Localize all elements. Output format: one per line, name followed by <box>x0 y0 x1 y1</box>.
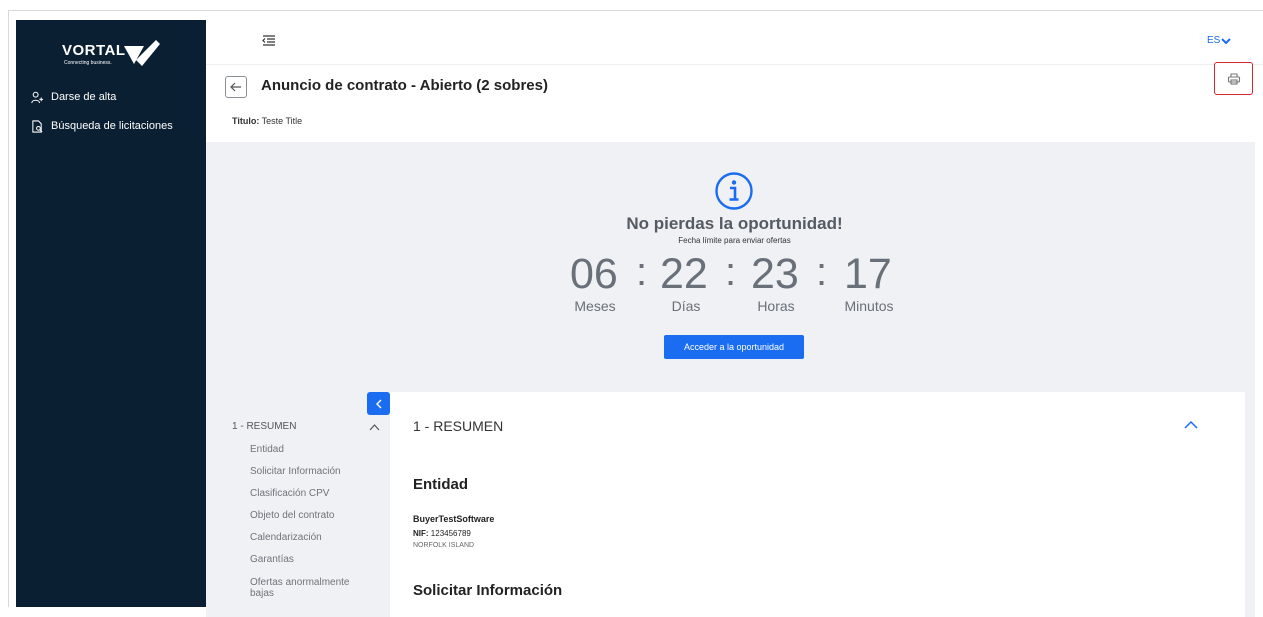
toc-item[interactable]: Entidad <box>250 444 370 455</box>
language-label: ES <box>1207 35 1221 46</box>
countdown-label-minutes: Minutos <box>844 298 894 314</box>
divider <box>206 64 1263 65</box>
user-add-icon <box>30 90 44 104</box>
sidebar-item-label: Darse de alta <box>51 91 117 103</box>
countdown-separator: : <box>725 250 737 294</box>
logo-wordmark: VORTAL <box>62 42 126 59</box>
countdown-label-hours: Horas <box>757 298 795 314</box>
tender-title-line: Titulo: Teste Title <box>232 116 302 126</box>
info-icon <box>715 172 753 210</box>
toc-collapse-button[interactable] <box>367 392 390 415</box>
document-search-icon <box>30 119 44 133</box>
logo-mark-icon <box>124 40 160 66</box>
nif-label: NIF: <box>413 529 429 538</box>
countdown-hours: 23 <box>751 250 799 298</box>
toc-section-resumen[interactable]: 1 - RESUMEN <box>232 421 296 432</box>
back-button[interactable] <box>225 76 247 98</box>
page-title: Anuncio de contrato - Abierto (2 sobres) <box>261 77 548 94</box>
sidebar-item-busqueda-de-licitaciones[interactable]: Búsqueda de licitaciones <box>30 117 173 135</box>
countdown-label-months: Meses <box>574 298 616 314</box>
countdown: 06 : 22 : 23 : 17 <box>568 250 908 300</box>
hero-subtitle: Fecha límite para enviar ofertas <box>678 236 791 245</box>
logo-tagline: Connecting business. <box>64 60 112 66</box>
entity-name: BuyerTestSoftware <box>413 514 495 524</box>
vortal-logo[interactable]: VORTAL Connecting business. <box>60 38 170 70</box>
countdown-months: 06 <box>570 250 618 298</box>
content-card: 1 - RESUMEN Entidad BuyerTestSoftware NI… <box>390 392 1245 617</box>
subtitle-value: Teste Title <box>261 116 303 126</box>
countdown-label-days: Días <box>671 298 701 314</box>
chevron-left-icon <box>375 399 381 408</box>
toc-item[interactable]: Objeto del contrato <box>250 510 370 521</box>
toc-item[interactable]: Clasificación CPV <box>250 488 370 499</box>
toc-item[interactable]: Solicitar Información <box>250 466 370 477</box>
solicitar-informacion-heading: Solicitar Información <box>413 582 563 599</box>
language-selector[interactable]: ES <box>1207 35 1232 46</box>
access-opportunity-button[interactable]: Acceder a la oportunidad <box>664 335 804 359</box>
printer-icon <box>1227 72 1240 85</box>
chevron-up-icon[interactable] <box>1184 420 1198 429</box>
hero-title: No pierdas la oportunidad! <box>626 214 843 233</box>
arrow-left-icon <box>230 82 241 92</box>
menu-collapse-icon[interactable] <box>262 34 276 48</box>
toc-item[interactable]: Calendarización <box>250 532 370 543</box>
entity-nif: NIF: 123456789 <box>413 529 471 538</box>
subtitle-label: Titulo: <box>232 116 260 126</box>
toc-item[interactable]: Garantías <box>250 554 370 565</box>
print-button[interactable] <box>1214 62 1253 95</box>
nif-value: 123456789 <box>430 529 471 538</box>
countdown-separator: : <box>636 250 648 294</box>
countdown-days: 22 <box>660 250 708 298</box>
sidebar-item-label: Búsqueda de licitaciones <box>51 120 173 132</box>
chevron-up-icon[interactable] <box>369 423 380 431</box>
toc-item[interactable]: Ofertas anormalmente bajas <box>250 577 370 599</box>
entidad-heading: Entidad <box>413 476 468 493</box>
countdown-minutes: 17 <box>844 250 892 298</box>
sidebar-item-darse-de-alta[interactable]: Darse de alta <box>30 88 116 106</box>
chevron-down-icon <box>1221 37 1232 44</box>
section-heading: 1 - RESUMEN <box>413 418 504 434</box>
sidebar: VORTAL Connecting business. Darse de alt… <box>16 20 206 607</box>
countdown-separator: : <box>816 250 828 294</box>
entity-country: NORFOLK ISLAND <box>413 542 475 549</box>
